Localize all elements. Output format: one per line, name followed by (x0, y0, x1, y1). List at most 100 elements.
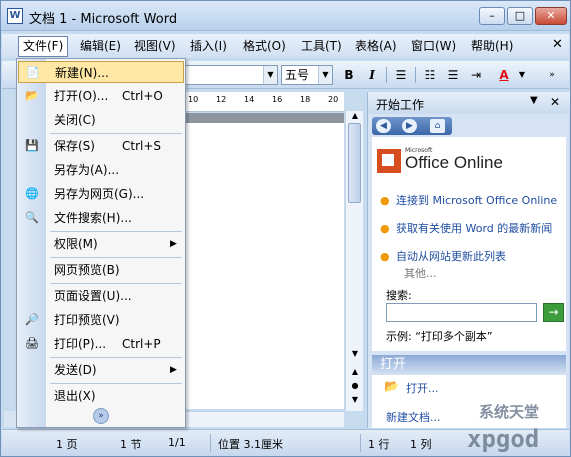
task-pane-header: 开始工作 ▼ ✕ (368, 92, 570, 114)
menu-item-exit[interactable]: 退出(X) (18, 385, 184, 407)
ruler-number: 18 (300, 95, 311, 104)
status-separator (360, 434, 361, 452)
link-text[interactable]: 自动从网站更新此列表 (396, 251, 558, 263)
menu-view[interactable]: 视图(V) (130, 37, 180, 55)
site-watermark: 系统天堂 xpgod (453, 397, 571, 457)
watermark-bottom-text: xpgod (467, 425, 540, 453)
document-canvas[interactable] (184, 123, 344, 409)
italic-button[interactable]: I (362, 66, 382, 84)
search-input[interactable] (386, 303, 537, 322)
chevron-down-icon[interactable]: ▼ (263, 66, 277, 84)
menu-item-print-preview[interactable]: 🔎 打印预览(V) (18, 309, 184, 331)
chevron-down-icon[interactable]: ▼ (530, 95, 538, 106)
menu-table[interactable]: 表格(A) (351, 37, 401, 55)
menu-item-label: 打开(O)... (54, 89, 109, 103)
ruler-number: 16 (272, 95, 283, 104)
menu-item-label: 打印(P)... (54, 337, 107, 351)
task-pane-nav: ◀ ▶ ⌂ (372, 117, 452, 135)
folder-open-icon: 📂 (25, 89, 39, 102)
menu-tools[interactable]: 工具(T) (297, 37, 346, 55)
ruler-number: 14 (244, 95, 255, 104)
align-icon[interactable]: ☰ (391, 66, 411, 84)
vertical-scrollbar[interactable]: ▲ ▼ ▲ ● ▼ (345, 111, 363, 411)
menu-item-label: 退出(X) (54, 389, 96, 403)
office-logo-icon (377, 149, 401, 173)
font-color-button[interactable]: A (494, 66, 514, 84)
back-icon[interactable]: ◀ (376, 119, 391, 133)
menu-format[interactable]: 格式(O) (239, 37, 290, 55)
menu-separator (50, 283, 182, 284)
next-page-icon[interactable]: ▼ (346, 395, 364, 404)
search-example: 示例: “打印多个副本” (386, 330, 493, 343)
watermark-top-text: 系统天堂 (479, 403, 540, 421)
menu-item-shortcut: Ctrl+S (122, 139, 162, 153)
scroll-thumb[interactable] (348, 123, 361, 203)
menu-insert[interactable]: 插入(I) (186, 37, 231, 55)
page-gap (184, 113, 344, 123)
close-document-icon[interactable]: ✕ (552, 37, 563, 52)
new-document-link[interactable]: 新建文档... (386, 409, 441, 425)
menu-file[interactable]: 文件(F) (18, 36, 69, 57)
bullet-icon: ● (380, 250, 390, 263)
minimize-button[interactable]: – (479, 7, 505, 25)
office-online-logo[interactable]: Microsoft Office Online (377, 147, 567, 177)
menu-item-send[interactable]: 发送(D) ▶ (18, 359, 184, 381)
bold-button[interactable]: B (339, 66, 359, 84)
link-text[interactable]: 连接到 Microsoft Office Online (396, 195, 558, 207)
logo-text: Office Online (405, 153, 503, 172)
chevron-down-icon[interactable]: ▼ (318, 66, 332, 84)
toolbar-separator (386, 67, 387, 83)
link-text[interactable]: 获取有关使用 Word 的最新新闻 (396, 223, 558, 235)
menu-separator (50, 257, 182, 258)
menu-item-shortcut: Ctrl+P (122, 337, 161, 351)
previous-page-icon[interactable]: ▲ (346, 367, 364, 376)
menu-item-save-as-web[interactable]: 🌐 另存为网页(G)... (18, 183, 184, 205)
menu-item-page-setup[interactable]: 页面设置(U)... (18, 285, 184, 307)
menu-item-web-preview[interactable]: 网页预览(B) (18, 259, 184, 281)
font-size-combo[interactable]: 五号 ▼ (281, 65, 333, 85)
menu-item-file-search[interactable]: 🔍 文件搜索(H)... (18, 207, 184, 229)
web-page-icon: 🌐 (25, 187, 39, 200)
home-icon[interactable]: ⌂ (430, 119, 445, 133)
indent-icon[interactable]: ⇥ (466, 66, 486, 84)
menu-item-permission[interactable]: 权限(M) ▶ (18, 233, 184, 255)
menu-item-open[interactable]: 📂 打开(O)... Ctrl+O (18, 85, 184, 107)
save-icon: 💾 (25, 139, 39, 152)
menu-help[interactable]: 帮助(H) (467, 37, 517, 55)
forward-icon[interactable]: ▶ (402, 119, 417, 133)
menu-item-label: 关闭(C) (54, 113, 96, 127)
font-name-combo[interactable]: ▼ (182, 65, 278, 85)
menu-item-save-as[interactable]: 另存为(A)... (18, 159, 184, 181)
scroll-up-icon[interactable]: ▲ (346, 111, 364, 120)
menu-separator (50, 357, 182, 358)
open-section-header: 打开 (372, 355, 566, 375)
menu-window[interactable]: 窗口(W) (407, 37, 460, 55)
menu-item-new[interactable]: 📄 新建(N)... (18, 61, 184, 83)
bullets-icon[interactable]: ☰ (443, 66, 463, 84)
title-bar: W 文档 1 - Microsoft Word – □ ✕ (1, 1, 570, 31)
open-link[interactable]: 📂 打开... (384, 379, 439, 396)
close-window-button[interactable]: ✕ (535, 7, 567, 25)
close-icon[interactable]: ✕ (550, 95, 560, 109)
menu-item-close[interactable]: 关闭(C) (18, 109, 184, 131)
search-go-button[interactable]: → (543, 303, 564, 322)
menu-separator (50, 231, 182, 232)
browse-object-icon[interactable]: ● (346, 381, 364, 390)
bullet-icon: ● (380, 194, 390, 207)
word-app-icon[interactable]: W (7, 8, 23, 24)
chevron-down-icon[interactable]: ▼ (512, 66, 532, 84)
toolbar-options-icon[interactable]: » (542, 66, 562, 84)
maximize-button[interactable]: □ (507, 7, 533, 25)
scroll-down-icon[interactable]: ▼ (346, 349, 364, 358)
window-title: 文档 1 - Microsoft Word (29, 12, 178, 27)
expand-menu-icon[interactable]: » (93, 408, 109, 424)
horizontal-scrollbar[interactable] (184, 411, 344, 427)
menu-item-print[interactable]: 🖨 打印(P)... Ctrl+P (18, 333, 184, 355)
numbering-icon[interactable]: ☷ (420, 66, 440, 84)
link-other[interactable]: 其他... (404, 265, 437, 281)
menu-item-label: 另存为网页(G)... (54, 187, 145, 201)
menu-edit[interactable]: 编辑(E) (76, 37, 125, 55)
open-link-text[interactable]: 打开... (406, 382, 439, 395)
menu-item-save[interactable]: 💾 保存(S) Ctrl+S (18, 135, 184, 157)
status-page: 1 页 (56, 438, 78, 451)
